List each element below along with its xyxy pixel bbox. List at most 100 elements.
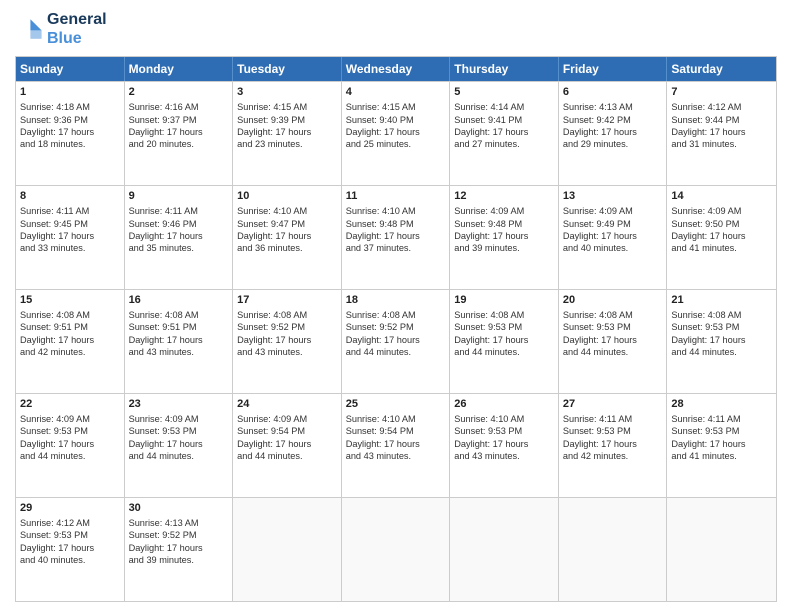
day-info-line: Sunrise: 4:13 AM [563, 101, 663, 113]
day-number: 1 [20, 85, 120, 100]
day-info-line: Daylight: 17 hours [563, 438, 663, 450]
week-row-5: 29Sunrise: 4:12 AMSunset: 9:53 PMDayligh… [16, 497, 776, 601]
day-cell-13: 13Sunrise: 4:09 AMSunset: 9:49 PMDayligh… [559, 186, 668, 289]
day-info-line: Sunset: 9:53 PM [20, 425, 120, 437]
logo: General Blue [15, 10, 107, 48]
day-info-line: Sunset: 9:37 PM [129, 114, 229, 126]
day-number: 10 [237, 189, 337, 204]
day-number: 28 [671, 397, 772, 412]
day-cell-3: 3Sunrise: 4:15 AMSunset: 9:39 PMDaylight… [233, 82, 342, 185]
day-number: 18 [346, 293, 446, 308]
logo-text: General Blue [47, 10, 107, 48]
day-cell-6: 6Sunrise: 4:13 AMSunset: 9:42 PMDaylight… [559, 82, 668, 185]
day-info-line: Sunset: 9:52 PM [129, 529, 229, 541]
day-info-line: and 42 minutes. [563, 450, 663, 462]
day-info-line: Sunset: 9:39 PM [237, 114, 337, 126]
week-row-1: 1Sunrise: 4:18 AMSunset: 9:36 PMDaylight… [16, 81, 776, 185]
empty-cell [342, 498, 451, 601]
day-info-line: Sunset: 9:46 PM [129, 218, 229, 230]
day-info-line: Sunrise: 4:11 AM [20, 205, 120, 217]
day-info-line: Sunrise: 4:11 AM [563, 413, 663, 425]
day-header-friday: Friday [559, 57, 668, 81]
day-cell-9: 9Sunrise: 4:11 AMSunset: 9:46 PMDaylight… [125, 186, 234, 289]
day-number: 3 [237, 85, 337, 100]
day-info-line: Daylight: 17 hours [129, 334, 229, 346]
day-cell-7: 7Sunrise: 4:12 AMSunset: 9:44 PMDaylight… [667, 82, 776, 185]
day-info-line: and 44 minutes. [346, 346, 446, 358]
day-cell-16: 16Sunrise: 4:08 AMSunset: 9:51 PMDayligh… [125, 290, 234, 393]
day-number: 12 [454, 189, 554, 204]
day-info-line: Daylight: 17 hours [346, 334, 446, 346]
day-cell-2: 2Sunrise: 4:16 AMSunset: 9:37 PMDaylight… [125, 82, 234, 185]
day-number: 7 [671, 85, 772, 100]
day-number: 25 [346, 397, 446, 412]
day-info-line: Sunset: 9:50 PM [671, 218, 772, 230]
day-cell-15: 15Sunrise: 4:08 AMSunset: 9:51 PMDayligh… [16, 290, 125, 393]
day-info-line: and 43 minutes. [129, 346, 229, 358]
day-info-line: and 25 minutes. [346, 138, 446, 150]
day-info-line: Sunset: 9:53 PM [671, 425, 772, 437]
empty-cell [667, 498, 776, 601]
day-info-line: Sunset: 9:53 PM [671, 321, 772, 333]
day-info-line: and 43 minutes. [454, 450, 554, 462]
day-cell-12: 12Sunrise: 4:09 AMSunset: 9:48 PMDayligh… [450, 186, 559, 289]
day-number: 14 [671, 189, 772, 204]
logo-icon [15, 15, 43, 43]
day-info-line: Daylight: 17 hours [237, 230, 337, 242]
day-info-line: Daylight: 17 hours [20, 438, 120, 450]
day-info-line: Sunrise: 4:08 AM [454, 309, 554, 321]
week-row-2: 8Sunrise: 4:11 AMSunset: 9:45 PMDaylight… [16, 185, 776, 289]
calendar-header: SundayMondayTuesdayWednesdayThursdayFrid… [16, 57, 776, 81]
day-header-tuesday: Tuesday [233, 57, 342, 81]
day-info-line: Daylight: 17 hours [454, 230, 554, 242]
day-info-line: Sunrise: 4:15 AM [237, 101, 337, 113]
day-number: 5 [454, 85, 554, 100]
day-info-line: Sunrise: 4:09 AM [20, 413, 120, 425]
day-info-line: Daylight: 17 hours [237, 438, 337, 450]
day-info-line: Daylight: 17 hours [129, 230, 229, 242]
day-info-line: Daylight: 17 hours [346, 126, 446, 138]
day-number: 27 [563, 397, 663, 412]
day-number: 9 [129, 189, 229, 204]
day-info-line: Sunset: 9:53 PM [129, 425, 229, 437]
day-info-line: and 29 minutes. [563, 138, 663, 150]
day-info-line: Sunset: 9:42 PM [563, 114, 663, 126]
week-row-4: 22Sunrise: 4:09 AMSunset: 9:53 PMDayligh… [16, 393, 776, 497]
day-cell-26: 26Sunrise: 4:10 AMSunset: 9:53 PMDayligh… [450, 394, 559, 497]
day-info-line: Daylight: 17 hours [454, 126, 554, 138]
day-info-line: Daylight: 17 hours [129, 126, 229, 138]
day-number: 16 [129, 293, 229, 308]
day-info-line: and 40 minutes. [563, 242, 663, 254]
day-info-line: Sunset: 9:51 PM [129, 321, 229, 333]
day-info-line: Sunrise: 4:11 AM [129, 205, 229, 217]
day-info-line: Sunset: 9:51 PM [20, 321, 120, 333]
day-cell-28: 28Sunrise: 4:11 AMSunset: 9:53 PMDayligh… [667, 394, 776, 497]
day-info-line: Sunset: 9:54 PM [346, 425, 446, 437]
header: General Blue [15, 10, 777, 48]
day-info-line: and 27 minutes. [454, 138, 554, 150]
day-info-line: Daylight: 17 hours [346, 438, 446, 450]
day-header-sunday: Sunday [16, 57, 125, 81]
day-info-line: Sunset: 9:48 PM [454, 218, 554, 230]
empty-cell [559, 498, 668, 601]
day-number: 13 [563, 189, 663, 204]
day-info-line: Sunrise: 4:09 AM [563, 205, 663, 217]
day-number: 8 [20, 189, 120, 204]
day-info-line: Sunset: 9:53 PM [454, 425, 554, 437]
day-cell-8: 8Sunrise: 4:11 AMSunset: 9:45 PMDaylight… [16, 186, 125, 289]
day-header-thursday: Thursday [450, 57, 559, 81]
day-info-line: Sunrise: 4:09 AM [671, 205, 772, 217]
day-info-line: Sunrise: 4:08 AM [671, 309, 772, 321]
day-info-line: Sunrise: 4:08 AM [563, 309, 663, 321]
day-info-line: and 44 minutes. [20, 450, 120, 462]
day-info-line: Sunrise: 4:09 AM [237, 413, 337, 425]
day-info-line: and 35 minutes. [129, 242, 229, 254]
day-number: 26 [454, 397, 554, 412]
day-info-line: Daylight: 17 hours [237, 126, 337, 138]
day-info-line: Sunset: 9:41 PM [454, 114, 554, 126]
day-number: 2 [129, 85, 229, 100]
day-info-line: Sunset: 9:47 PM [237, 218, 337, 230]
day-info-line: Sunrise: 4:10 AM [454, 413, 554, 425]
day-info-line: and 23 minutes. [237, 138, 337, 150]
day-info-line: Sunset: 9:54 PM [237, 425, 337, 437]
